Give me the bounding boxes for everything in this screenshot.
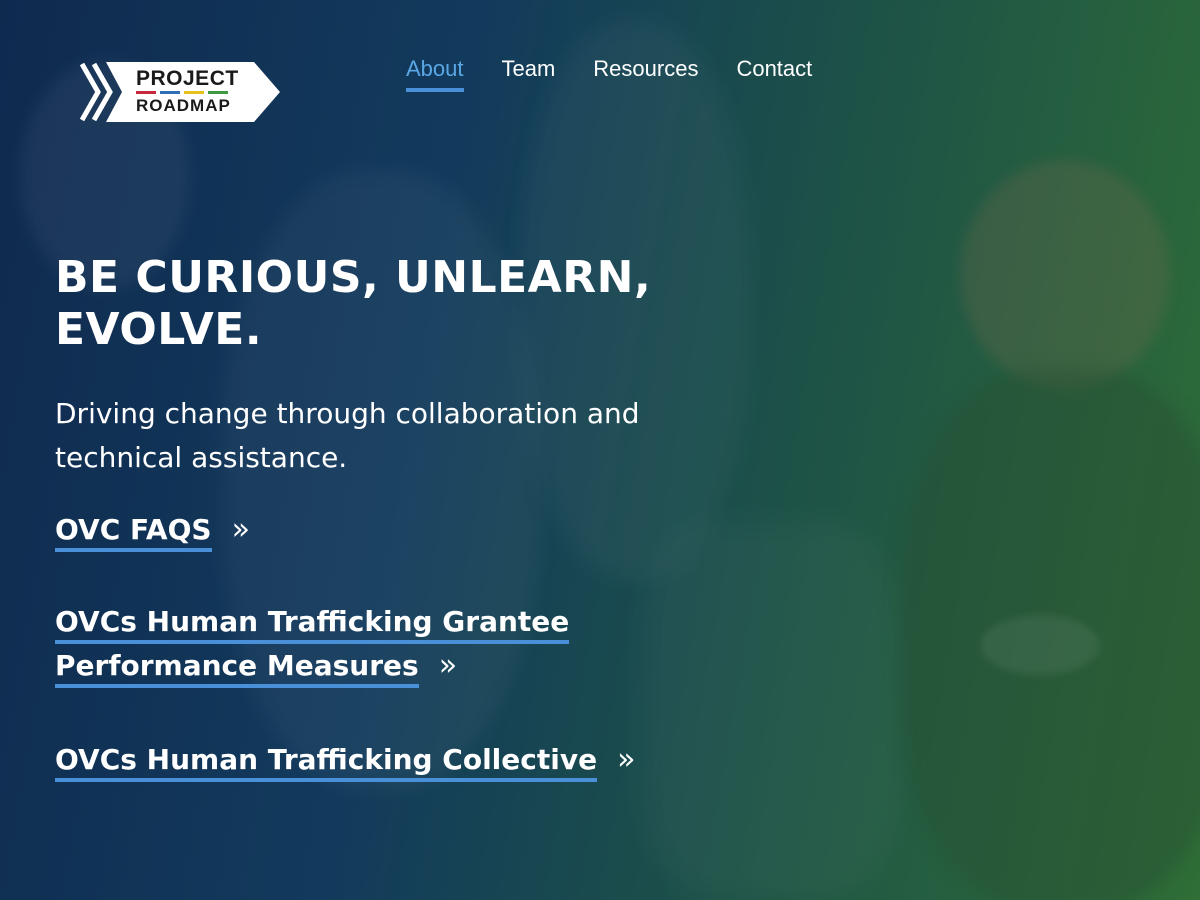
nav-resources[interactable]: Resources <box>593 56 698 92</box>
background-photo-teacup <box>980 615 1100 675</box>
logo-bar-green <box>208 91 228 94</box>
hero-section: PROJECT ROADMAP About Team Resources Con… <box>0 0 1200 900</box>
link-grantee-performance-measures-label: OVCs Human Trafficking Grantee Performan… <box>55 605 570 688</box>
background-photo-woman-face <box>960 160 1170 390</box>
logo-bar-red <box>136 91 156 94</box>
logo-line-roadmap: ROADMAP <box>136 96 231 115</box>
nav-contact[interactable]: Contact <box>736 56 812 92</box>
link-grantee-performance-measures[interactable]: OVCs Human Trafficking Grantee Performan… <box>55 600 615 688</box>
nav-team[interactable]: Team <box>502 56 556 92</box>
logo-bar-blue <box>160 91 180 94</box>
logo-color-bars <box>136 91 264 94</box>
nav-about[interactable]: About <box>406 56 464 92</box>
double-chevron-right-icon: » <box>231 512 250 547</box>
link-ovc-faqs-label: OVC FAQS <box>55 513 212 552</box>
double-chevron-right-icon: » <box>438 648 458 683</box>
logo-wordmark: PROJECT ROADMAP <box>136 68 264 114</box>
hero-headline: BE CURIOUS, UNLEARN, EVOLVE. <box>55 252 652 355</box>
link-human-trafficking-collective[interactable]: OVCs Human Trafficking Collective » <box>55 738 635 782</box>
project-roadmap-logo[interactable]: PROJECT ROADMAP <box>78 60 282 124</box>
main-nav: About Team Resources Contact <box>406 56 812 92</box>
logo-line-project: PROJECT <box>136 67 239 90</box>
link-human-trafficking-collective-label: OVCs Human Trafficking Collective <box>55 743 598 782</box>
background-photo-handshake <box>640 520 900 900</box>
link-ovc-faqs[interactable]: OVC FAQS » <box>55 508 250 552</box>
logo-bar-yellow <box>184 91 204 94</box>
hero-subtext: Driving change through collaboration and… <box>55 397 640 474</box>
double-chevron-right-icon: » <box>617 742 636 777</box>
